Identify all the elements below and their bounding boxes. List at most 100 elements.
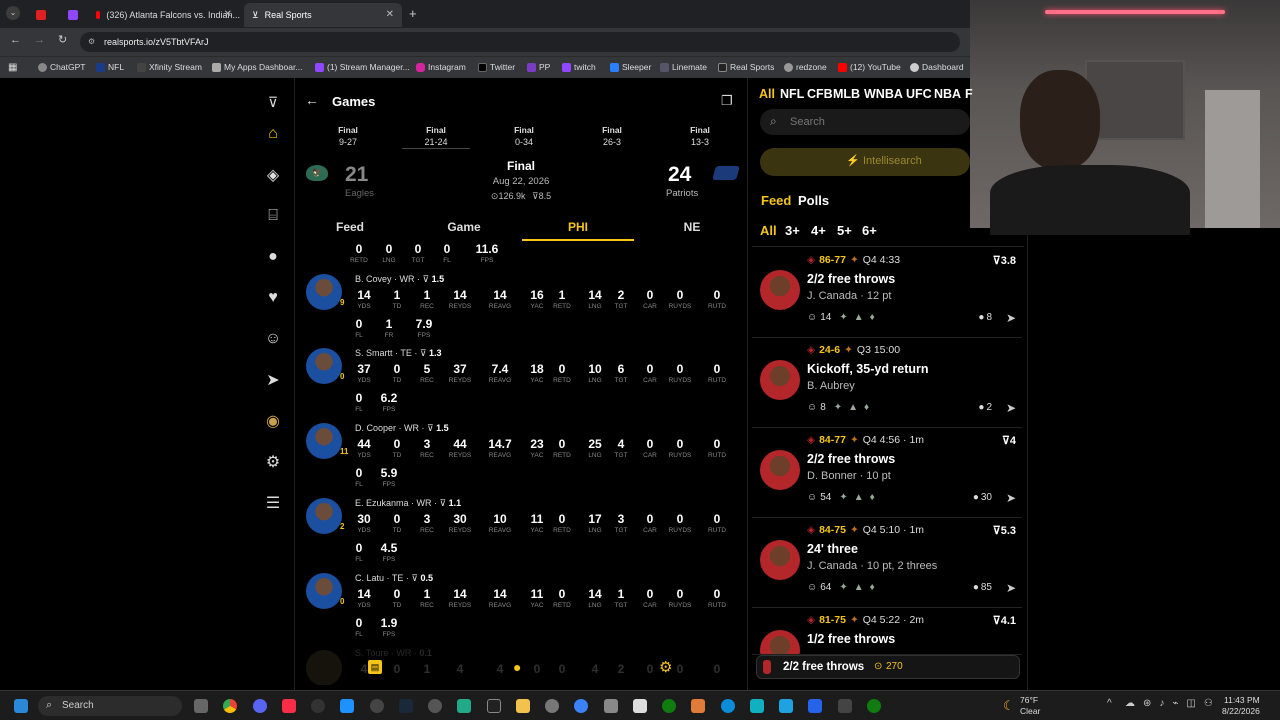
feed-card[interactable]: ◈ 24-6 ✦ Q3 15:00 Kickoff, 35-yd return B. Au… (752, 340, 1022, 428)
card-reactions[interactable]: ☺ 8 ✦▲♦ (807, 402, 875, 413)
browser-tab[interactable] (60, 3, 84, 27)
scoreboard-game-score[interactable]: 26-3 (582, 137, 642, 147)
player-name[interactable]: B. Covey · WR · ⊽ 1.5 (355, 274, 444, 285)
cards-icon[interactable]: ◈ (263, 165, 283, 185)
steam-icon[interactable] (399, 699, 413, 713)
forward-icon[interactable]: → (34, 34, 45, 46)
league-tab[interactable]: NFL (780, 87, 804, 101)
bookmark-item[interactable]: Instagram (416, 62, 466, 72)
player-avatar[interactable] (306, 348, 342, 384)
real-logo-icon[interactable]: ⊽ (263, 92, 283, 112)
bank-icon[interactable]: ⌸ (263, 206, 283, 226)
league-tab[interactable]: MLB (833, 87, 860, 101)
share-icon[interactable]: ➤ (1006, 491, 1016, 505)
tab-list-button[interactable]: ⌄ (6, 6, 20, 20)
share-icon[interactable]: ➤ (1006, 581, 1016, 595)
scoreboard-game-score[interactable]: 21-24 (406, 137, 466, 147)
player-avatar[interactable] (306, 573, 342, 609)
comment-count[interactable]: ● 2 (978, 402, 992, 413)
chrome-icon[interactable] (223, 699, 237, 713)
back-icon[interactable]: ← (10, 34, 21, 46)
settings-icon[interactable] (545, 699, 559, 713)
player-name[interactable]: D. Cooper · WR · ⊽ 1.5 (355, 423, 449, 434)
intellisearch-button[interactable]: ⚡ Intellisearch (760, 148, 970, 176)
reload-icon[interactable]: ↻ (58, 33, 67, 46)
feed-card[interactable]: ◈ 84-77 ✦ Q4 4:56 · 1m ⊽4 2/2 free throws D. B… (752, 430, 1022, 518)
player-avatar[interactable] (306, 423, 342, 459)
heart-icon[interactable]: ♥ (263, 288, 283, 308)
scoreboard-game-score[interactable]: 0-34 (494, 137, 554, 147)
close-tab-icon[interactable]: ✕ (224, 9, 232, 20)
feed-tab[interactable]: Feed (761, 193, 791, 208)
player-name[interactable]: S. Smartt · TE · ⊽ 1.3 (355, 348, 441, 359)
tab-phi[interactable]: PHI (543, 220, 613, 234)
browser-tab[interactable] (28, 3, 56, 27)
share-icon[interactable]: ➤ (1006, 311, 1016, 325)
player-avatar[interactable] (306, 498, 342, 534)
send-icon[interactable]: ➤ (263, 370, 283, 390)
app-icon[interactable] (604, 699, 618, 713)
badge-icon[interactable]: ◉ (263, 411, 283, 431)
music-icon[interactable] (282, 699, 296, 713)
league-tab[interactable]: All (759, 87, 775, 101)
feed-card[interactable]: ◈ 86-77 ✦ Q4 4:33 ⊽3.8 2/2 free throws J. Cana… (752, 250, 1022, 338)
player-avatar[interactable] (760, 630, 800, 654)
app-icon[interactable] (574, 699, 588, 713)
app-icon[interactable] (779, 699, 793, 713)
app-icon[interactable] (691, 699, 705, 713)
copy-icon[interactable]: ❐ (721, 93, 733, 109)
search-input[interactable]: ⌕ Search (760, 109, 970, 135)
bookmark-item[interactable]: Xfinity Stream (137, 62, 202, 72)
scoreboard-game-status[interactable]: Final (582, 125, 642, 135)
league-tab[interactable]: UFC (906, 87, 932, 101)
xbox-icon[interactable] (867, 699, 881, 713)
app-icon[interactable] (750, 699, 764, 713)
app-icon[interactable] (633, 699, 647, 713)
windows-start-icon[interactable] (14, 699, 28, 713)
bookmark-item[interactable]: Sleeper (610, 62, 651, 72)
comment-count[interactable]: ● 8 (978, 312, 992, 323)
settings-icon[interactable]: ⚙ (263, 452, 283, 472)
filter-chip[interactable]: 6+ (862, 223, 877, 238)
discord-icon[interactable] (253, 699, 267, 713)
card-reactions[interactable]: ☺ 54 ✦▲♦ (807, 492, 881, 503)
player-name[interactable]: E. Ezukanma · WR · ⊽ 1.1 (355, 498, 461, 509)
tab-ne[interactable]: NE (657, 220, 727, 234)
bookmark-item[interactable]: (1) Stream Manager... (315, 62, 410, 72)
mascot-icon[interactable]: ☺ (263, 329, 283, 349)
comment-count[interactable]: ● 30 (973, 492, 992, 503)
app-icon[interactable] (428, 699, 442, 713)
bookmark-item[interactable]: NFL (96, 62, 124, 72)
tray-icons[interactable]: ☁⊛♪⌁◫⚇ (1125, 698, 1221, 709)
feed-card[interactable]: ◈ 84-75 ✦ Q4 5:10 · 1m ⊽5.3 24' three J. Canad… (752, 520, 1022, 608)
player-avatar[interactable] (760, 360, 800, 400)
apps-icon[interactable]: ▦ (8, 62, 17, 73)
task-view-icon[interactable] (194, 699, 208, 713)
app-icon[interactable] (838, 699, 852, 713)
app-4k-icon[interactable] (370, 699, 384, 713)
filter-chip[interactable]: 5+ (837, 223, 852, 238)
browser-tab-falcons[interactable]: (326) Atlanta Falcons vs. Indian... ✕ (88, 3, 240, 27)
comment-count[interactable]: ● 85 (973, 582, 992, 593)
taskbar-search[interactable]: ⌕ Search (38, 696, 182, 716)
new-tab-button[interactable]: + (409, 6, 417, 21)
epic-icon[interactable] (487, 699, 501, 713)
scoreboard-game-status[interactable]: Final (406, 125, 466, 135)
scoreboard-game-score[interactable]: 13-3 (670, 137, 730, 147)
bookmark-item[interactable]: (12) YouTube (838, 62, 901, 72)
photos-icon[interactable] (340, 699, 354, 713)
edge-icon[interactable] (721, 699, 735, 713)
player-avatar[interactable] (760, 450, 800, 490)
xbox-icon[interactable] (662, 699, 676, 713)
tab-feed[interactable]: Feed (315, 220, 385, 234)
bookmark-item[interactable]: ChatGPT (38, 62, 85, 72)
card-reactions[interactable]: ☺ 14 ✦▲♦ (807, 312, 881, 323)
bookmark-item[interactable]: twitch (562, 62, 596, 72)
player-avatar[interactable] (760, 540, 800, 580)
scoreboard-game-status[interactable]: Final (318, 125, 378, 135)
league-tab[interactable]: WNBA (864, 87, 903, 101)
bookmark-item[interactable]: My Apps Dashboar... (212, 62, 302, 72)
bookmark-item[interactable]: Linemate (660, 62, 707, 72)
player-avatar[interactable] (760, 270, 800, 310)
address-bar[interactable]: ⚙ realsports.io/zV5TbtVFArJ (80, 32, 960, 52)
